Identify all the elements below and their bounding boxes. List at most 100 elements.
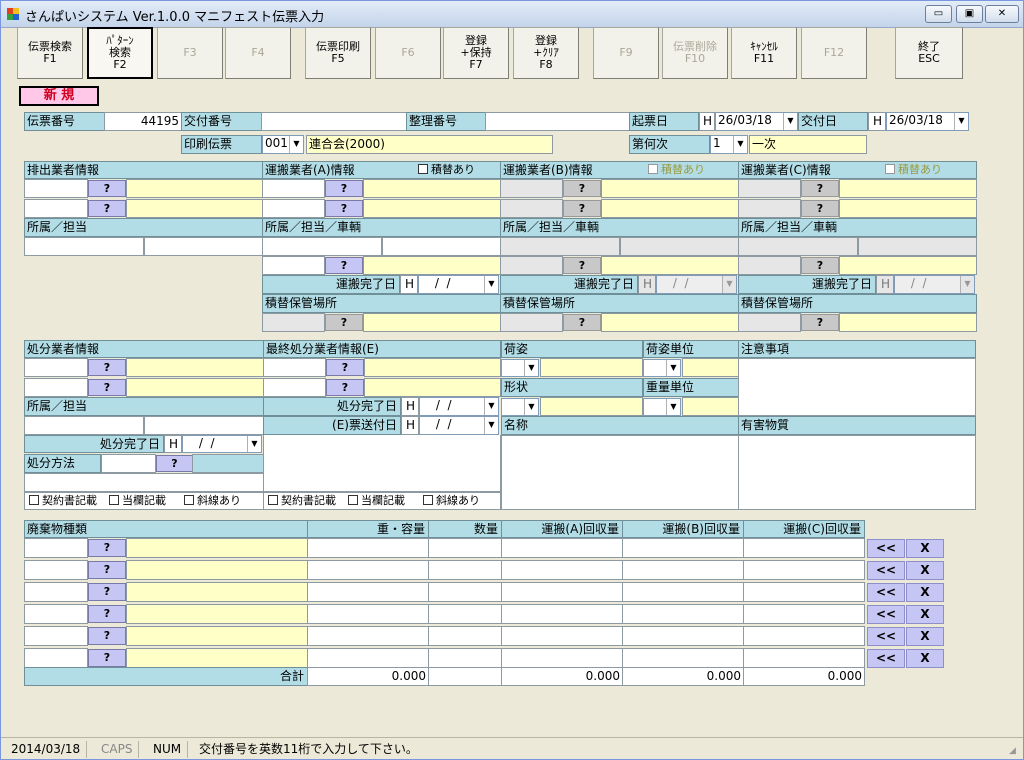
shobun-person[interactable] — [144, 416, 264, 435]
shobun-method-detail[interactable] — [24, 473, 264, 492]
saishu-lookup-2[interactable]: ? — [326, 379, 364, 396]
waste-lookup[interactable]: ? — [88, 649, 126, 667]
denpyo-no-field[interactable]: 44195 — [104, 112, 182, 131]
kihyo-date-picker[interactable]: 26/03/18 ▼ — [715, 112, 798, 131]
saishu-keiyaku-check[interactable]: 契約書記載 — [268, 494, 336, 508]
saishu-code-1[interactable] — [263, 358, 326, 377]
waste-qty[interactable] — [428, 626, 502, 646]
shobun-done-date[interactable]: / / ▼ — [182, 435, 262, 453]
waste-delete-button[interactable]: X — [906, 539, 944, 558]
unpan-c-code-1[interactable] — [738, 179, 801, 198]
unpan-c-vehicle-code[interactable] — [738, 256, 801, 275]
waste-code[interactable] — [24, 626, 88, 646]
saishu-lookup-1[interactable]: ? — [326, 359, 364, 376]
shobun-dept[interactable] — [24, 416, 144, 435]
haishutsu-person[interactable] — [144, 237, 263, 256]
waste-code[interactable] — [24, 560, 88, 580]
shobun-method-lookup[interactable]: ? — [156, 455, 193, 472]
waste-weight[interactable] — [307, 582, 429, 602]
fkey-f10-button[interactable]: 伝票削除 F10 — [662, 27, 728, 79]
waste-c[interactable] — [743, 626, 865, 646]
unpan-b-code-1[interactable] — [500, 179, 563, 198]
unpan-b-tsumikae[interactable]: 積替あり — [648, 163, 705, 177]
unpan-a-code-2[interactable] — [262, 199, 325, 218]
checkbox[interactable] — [29, 495, 39, 505]
unpan-a-storage-code[interactable] — [262, 313, 325, 332]
unpan-a-dept[interactable] — [262, 237, 382, 256]
shobun-method-code[interactable] — [101, 454, 156, 473]
unpan-b-person[interactable] — [620, 237, 739, 256]
fkey-f3-button[interactable]: F3 — [157, 27, 223, 79]
waste-b[interactable] — [622, 538, 744, 558]
waste-copy-button[interactable]: << — [867, 583, 905, 602]
weight-unit-select[interactable]: ▼ — [643, 398, 681, 416]
unpan-c-done-date[interactable]: / / ▼ — [894, 275, 975, 294]
fkey-f1-button[interactable]: 伝票検索 F1 — [17, 27, 83, 79]
waste-a[interactable] — [501, 560, 623, 580]
unpan-a-code-1[interactable] — [262, 179, 325, 198]
unpan-a-vehicle-lookup[interactable]: ? — [325, 257, 363, 274]
unpan-c-lookup-1[interactable]: ? — [801, 180, 839, 197]
unpan-c-dept[interactable] — [738, 237, 858, 256]
kofu-no-field[interactable] — [261, 112, 407, 131]
waste-b[interactable] — [622, 604, 744, 624]
unpan-b-lookup-1[interactable]: ? — [563, 180, 601, 197]
unpan-b-code-2[interactable] — [500, 199, 563, 218]
unpan-b-storage-lookup[interactable]: ? — [563, 314, 601, 331]
waste-delete-button[interactable]: X — [906, 561, 944, 580]
waste-lookup[interactable]: ? — [88, 605, 126, 623]
shobun-lookup-2[interactable]: ? — [88, 379, 126, 396]
seiri-no-field[interactable] — [485, 112, 630, 131]
checkbox[interactable] — [184, 495, 194, 505]
shobun-shasen-check[interactable]: 斜線あり — [184, 494, 241, 508]
unpan-a-lookup-1[interactable]: ? — [325, 180, 363, 197]
shobun-code-1[interactable] — [24, 358, 88, 377]
waste-lookup[interactable]: ? — [88, 561, 126, 579]
waste-delete-button[interactable]: X — [906, 605, 944, 624]
waste-delete-button[interactable]: X — [906, 649, 944, 668]
waste-c[interactable] — [743, 648, 865, 668]
insatsu-select[interactable]: 001 ▼ — [262, 135, 304, 154]
unpan-a-done-date[interactable]: / / ▼ — [418, 275, 499, 294]
shobun-code-2[interactable] — [24, 378, 88, 397]
unpan-a-lookup-2[interactable]: ? — [325, 200, 363, 217]
unpan-b-storage-code[interactable] — [500, 313, 563, 332]
fkey-f6-button[interactable]: F6 — [375, 27, 441, 79]
unpan-b-vehicle-code[interactable] — [500, 256, 563, 275]
resize-grip-icon[interactable]: ◢ — [1009, 746, 1021, 758]
unpan-a-vehicle-code[interactable] — [262, 256, 325, 275]
waste-a[interactable] — [501, 582, 623, 602]
shobun-keiyaku-check[interactable]: 契約書記載 — [29, 494, 97, 508]
waste-qty[interactable] — [428, 648, 502, 668]
checkbox[interactable] — [268, 495, 278, 505]
checkbox[interactable] — [885, 164, 895, 174]
waste-copy-button[interactable]: << — [867, 605, 905, 624]
waste-delete-button[interactable]: X — [906, 583, 944, 602]
fkey-f4-button[interactable]: F4 — [225, 27, 291, 79]
waste-lookup[interactable]: ? — [88, 539, 126, 557]
saishu-e-date[interactable]: / / ▼ — [419, 416, 499, 435]
saishu-done-date[interactable]: / / ▼ — [419, 397, 499, 416]
unpan-c-vehicle-lookup[interactable]: ? — [801, 257, 839, 274]
unpan-a-storage-lookup[interactable]: ? — [325, 314, 363, 331]
checkbox[interactable] — [418, 164, 428, 174]
unpan-c-person[interactable] — [858, 237, 977, 256]
unpan-c-storage-lookup[interactable]: ? — [801, 314, 839, 331]
unpan-a-person[interactable] — [382, 237, 501, 256]
waste-qty[interactable] — [428, 538, 502, 558]
fkey-f12-button[interactable]: F12 — [801, 27, 867, 79]
kofu-date-picker[interactable]: 26/03/18 ▼ — [886, 112, 969, 131]
waste-a[interactable] — [501, 604, 623, 624]
waste-qty[interactable] — [428, 604, 502, 624]
caution-field[interactable] — [738, 358, 976, 416]
waste-a[interactable] — [501, 538, 623, 558]
unpan-b-done-date[interactable]: / / ▼ — [656, 275, 737, 294]
waste-code[interactable] — [24, 582, 88, 602]
fkey-f2-button[interactable]: ﾊﾟﾀｰﾝ 検索 F2 — [87, 27, 153, 79]
keijo-select[interactable]: ▼ — [501, 398, 539, 416]
waste-lookup[interactable]: ? — [88, 583, 126, 601]
checkbox[interactable] — [348, 495, 358, 505]
waste-weight[interactable] — [307, 560, 429, 580]
waste-c[interactable] — [743, 538, 865, 558]
unpan-b-dept[interactable] — [500, 237, 620, 256]
